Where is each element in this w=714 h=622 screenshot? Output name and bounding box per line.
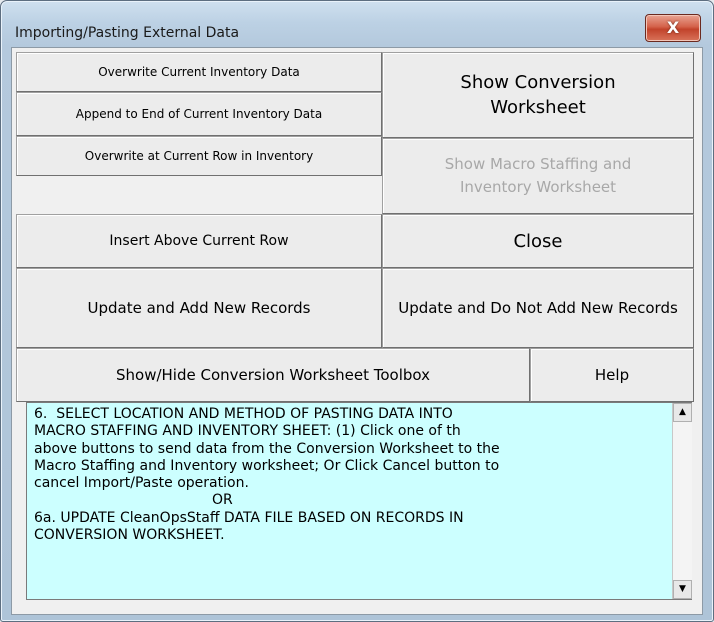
close-button[interactable]: Close (382, 214, 694, 268)
scrollbar-track[interactable] (673, 422, 692, 580)
overwrite-current-inventory-button[interactable]: Overwrite Current Inventory Data (16, 52, 382, 92)
show-hide-toolbox-button[interactable]: Show/Hide Conversion Worksheet Toolbox (16, 348, 530, 402)
instructions-textbox[interactable]: 6. SELECT LOCATION AND METHOD OF PASTING… (26, 402, 692, 600)
title-bar[interactable]: Importing/Pasting External Data X (1, 1, 713, 47)
close-window-button[interactable]: X (645, 14, 701, 42)
show-conversion-worksheet-button[interactable]: Show Conversion Worksheet (382, 52, 694, 138)
update-and-do-not-add-new-records-button[interactable]: Update and Do Not Add New Records (382, 268, 694, 348)
show-macro-staffing-worksheet-label: Show Macro Staffing and Inventory Worksh… (444, 155, 632, 196)
instructions-text: 6. SELECT LOCATION AND METHOD OF PASTING… (34, 406, 500, 544)
vertical-scrollbar[interactable]: ▲ ▼ (672, 403, 692, 599)
show-conversion-worksheet-label: Show Conversion Worksheet (460, 72, 616, 118)
window-title: Importing/Pasting External Data (15, 25, 240, 41)
scroll-up-arrow-icon[interactable]: ▲ (673, 403, 692, 422)
show-macro-staffing-worksheet-button[interactable]: Show Macro Staffing and Inventory Worksh… (382, 138, 694, 214)
update-and-add-new-records-button[interactable]: Update and Add New Records (16, 268, 382, 348)
dialog-window: Importing/Pasting External Data X Overwr… (0, 0, 714, 622)
scroll-down-arrow-icon[interactable]: ▼ (673, 580, 692, 599)
overwrite-at-current-row-button[interactable]: Overwrite at Current Row in Inventory (16, 136, 382, 176)
insert-above-current-row-button[interactable]: Insert Above Current Row (16, 214, 382, 268)
append-to-end-button[interactable]: Append to End of Current Inventory Data (16, 92, 382, 136)
dialog-body: Overwrite Current Inventory Data Append … (11, 47, 703, 615)
update-no-add-label: Update and Do Not Add New Records (398, 298, 678, 317)
close-icon: X (666, 18, 680, 37)
help-button[interactable]: Help (530, 348, 694, 402)
